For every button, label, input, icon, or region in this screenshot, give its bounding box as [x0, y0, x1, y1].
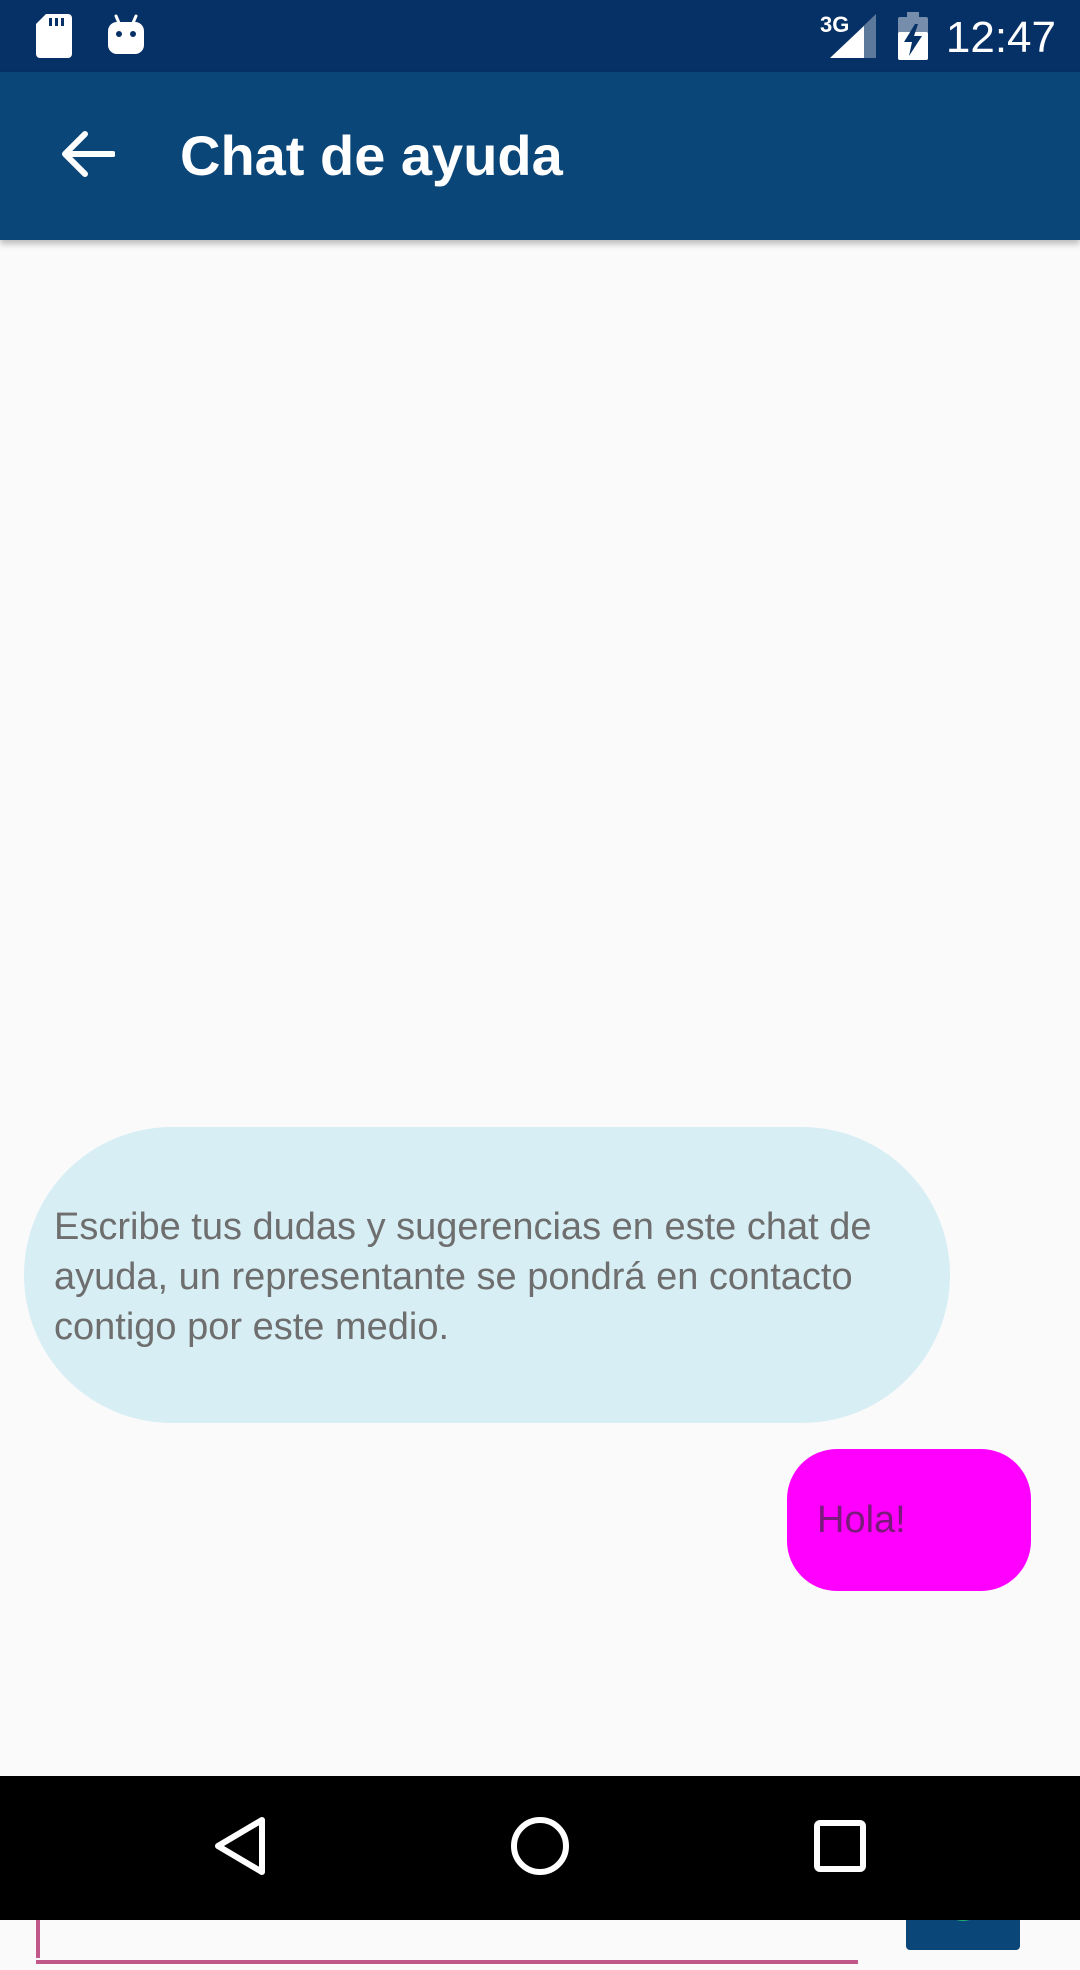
arrow-back-icon	[61, 130, 116, 183]
nav-home-icon	[510, 1816, 570, 1881]
user-message-bubble: Hola!	[787, 1449, 1031, 1591]
navigation-bar	[0, 1776, 1080, 1920]
status-time: 12:47	[945, 13, 1056, 62]
back-button[interactable]	[40, 108, 136, 204]
nav-recents-icon	[813, 1819, 867, 1878]
page-title: Chat de ayuda	[180, 124, 563, 187]
chat-area[interactable]: Escribe tus dudas y sugerencias en este …	[0, 240, 1080, 1964]
system-message-bubble: Escribe tus dudas y sugerencias en este …	[24, 1127, 950, 1423]
signal-icon	[830, 14, 876, 63]
status-bar: 3G 12:47	[0, 0, 1080, 72]
nav-back-button[interactable]	[190, 1798, 290, 1898]
nav-recents-button[interactable]	[790, 1798, 890, 1898]
user-message-text: Hola!	[817, 1498, 906, 1541]
system-message-text: Escribe tus dudas y sugerencias en este …	[54, 1206, 872, 1348]
nav-back-icon	[212, 1816, 268, 1881]
sd-card-icon	[36, 14, 72, 63]
nav-home-button[interactable]	[490, 1798, 590, 1898]
android-debug-icon	[106, 14, 146, 61]
app-bar: Chat de ayuda	[0, 72, 1080, 240]
battery-charging-icon	[898, 12, 928, 65]
